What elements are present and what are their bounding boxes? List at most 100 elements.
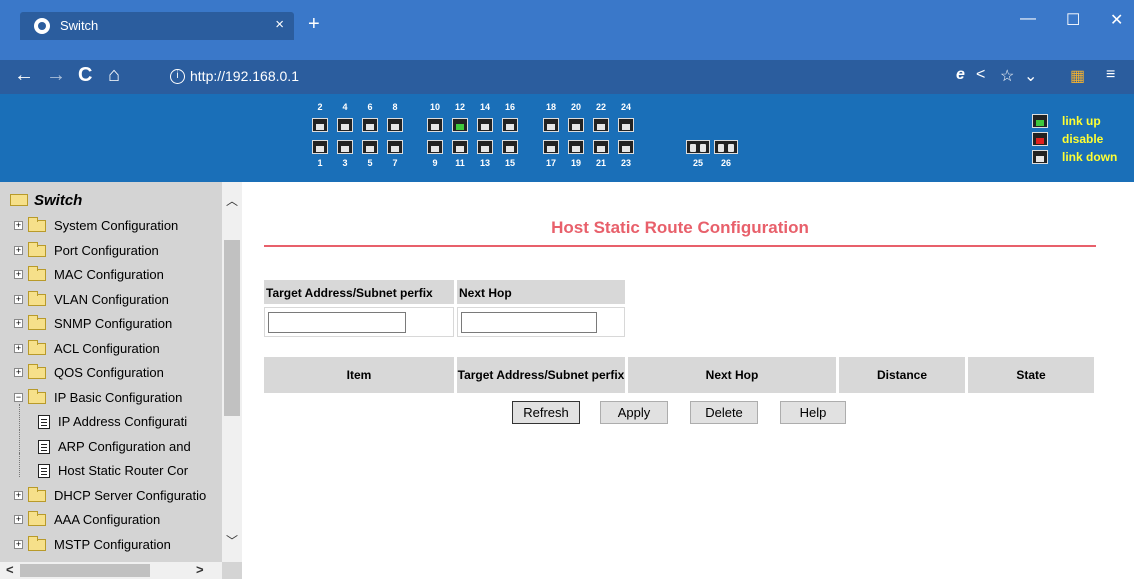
port-23-icon[interactable] bbox=[618, 140, 634, 154]
reload-button[interactable]: C bbox=[78, 65, 92, 85]
tab-title: Switch bbox=[60, 18, 99, 33]
expander-icon[interactable]: + bbox=[14, 368, 23, 377]
chevron-down-icon[interactable]: ⌄ bbox=[1024, 66, 1037, 86]
expander-icon[interactable]: − bbox=[14, 392, 23, 402]
port-22-icon[interactable] bbox=[593, 118, 609, 132]
sidebar-item[interactable]: + Port Configuration bbox=[14, 241, 222, 265]
port-9-icon[interactable] bbox=[427, 140, 443, 154]
expander-icon[interactable]: + bbox=[14, 221, 23, 230]
col-header-distance: Distance bbox=[839, 357, 965, 393]
sidebar-item[interactable]: ARP Configuration and bbox=[14, 428, 222, 461]
next-hop-input[interactable] bbox=[461, 312, 597, 333]
close-window-button[interactable]: ✕ bbox=[1110, 10, 1123, 30]
port-15-icon[interactable] bbox=[502, 140, 518, 154]
fiber-port-26-icon[interactable] bbox=[714, 140, 738, 154]
sidebar-item[interactable]: + ACL Configuration bbox=[14, 339, 222, 363]
sidebar-horizontal-scrollbar[interactable]: < > bbox=[0, 562, 222, 579]
scroll-down-icon[interactable]: ﹀ bbox=[226, 532, 238, 549]
folder-icon bbox=[28, 290, 46, 306]
sidebar-item[interactable]: + QOS Configuration bbox=[14, 363, 222, 387]
help-button[interactable]: Help bbox=[780, 401, 846, 424]
legend-disable-icon bbox=[1032, 132, 1048, 146]
port-19-icon[interactable] bbox=[568, 140, 584, 154]
apply-button[interactable]: Apply bbox=[600, 401, 668, 424]
expander-icon[interactable]: + bbox=[14, 515, 23, 524]
back-button[interactable]: ← bbox=[14, 65, 34, 85]
target-address-input[interactable] bbox=[268, 312, 406, 333]
port-20-icon[interactable] bbox=[568, 118, 584, 132]
port-10-icon[interactable] bbox=[427, 118, 443, 132]
folder-icon bbox=[28, 486, 46, 502]
scroll-thumb[interactable] bbox=[224, 240, 240, 416]
tab-close-button[interactable]: × bbox=[275, 16, 284, 33]
sidebar-item[interactable]: + SNMP Configuration bbox=[14, 314, 222, 338]
apps-icon[interactable]: ▦ bbox=[1070, 66, 1085, 86]
scroll-up-icon[interactable]: ︿ bbox=[226, 192, 238, 209]
port-13-icon[interactable] bbox=[477, 140, 493, 154]
expander-icon[interactable]: + bbox=[14, 294, 23, 304]
port-number-26: 26 bbox=[720, 158, 731, 168]
port-1-icon[interactable] bbox=[312, 140, 328, 154]
address-bar[interactable]: i http://192.168.0.1 bbox=[162, 64, 722, 90]
port-16-icon[interactable] bbox=[502, 118, 518, 132]
port-11-icon[interactable] bbox=[452, 140, 468, 154]
port-21-icon[interactable] bbox=[593, 140, 609, 154]
sidebar-item[interactable]: − IP Basic Configuration bbox=[14, 388, 222, 412]
port-24-icon[interactable] bbox=[618, 118, 634, 132]
port-5-icon[interactable] bbox=[362, 140, 378, 154]
expander-icon[interactable]: + bbox=[14, 319, 23, 328]
port-number-19: 19 bbox=[570, 158, 581, 168]
sidebar-item[interactable]: + MAC Configuration bbox=[14, 265, 222, 289]
delete-button[interactable]: Delete bbox=[690, 401, 758, 424]
port-number-23: 23 bbox=[620, 158, 631, 168]
sidebar-item-label: DHCP Server Configuratio bbox=[54, 487, 207, 503]
sidebar-item[interactable]: + DHCP Server Configuratio bbox=[14, 486, 222, 510]
expander-icon[interactable]: + bbox=[14, 490, 23, 500]
port-14-icon[interactable] bbox=[477, 118, 493, 132]
sidebar-item-label: SNMP Configuration bbox=[54, 316, 173, 331]
ie-mode-icon[interactable]: e bbox=[956, 66, 965, 84]
star-icon[interactable]: ☆ bbox=[1000, 66, 1014, 86]
port-7-icon[interactable] bbox=[387, 140, 403, 154]
forward-button[interactable]: → bbox=[46, 65, 66, 85]
sidebar-item[interactable]: Host Static Router Cor bbox=[14, 453, 222, 485]
target-address-cell bbox=[264, 307, 454, 337]
scroll-left-icon[interactable]: < bbox=[6, 562, 14, 577]
expander-icon[interactable]: + bbox=[14, 539, 23, 549]
port-number-2: 2 bbox=[317, 102, 323, 112]
port-17-icon[interactable] bbox=[543, 140, 559, 154]
folder-icon bbox=[28, 364, 46, 379]
port-number-25: 25 bbox=[692, 158, 703, 168]
maximize-button[interactable]: ☐ bbox=[1066, 10, 1080, 30]
legend-link-down: link down bbox=[1062, 150, 1118, 164]
port-3-icon[interactable] bbox=[337, 140, 353, 154]
sidebar-item[interactable]: + VLAN Configuration bbox=[14, 290, 222, 314]
tree-root[interactable]: Switch bbox=[10, 192, 82, 209]
share-icon[interactable]: < bbox=[976, 66, 985, 84]
sidebar-item[interactable]: + System Configuration bbox=[14, 216, 222, 240]
refresh-button[interactable]: Refresh bbox=[512, 401, 580, 424]
site-info-icon[interactable]: i bbox=[170, 69, 185, 84]
port-8-icon[interactable] bbox=[387, 118, 403, 132]
browser-tab[interactable]: Switch × bbox=[20, 12, 294, 40]
sidebar-item[interactable]: IP Address Configurati bbox=[14, 404, 222, 436]
fiber-port-25-icon[interactable] bbox=[686, 140, 710, 154]
port-12-icon[interactable] bbox=[452, 118, 468, 132]
expander-icon[interactable]: + bbox=[14, 270, 23, 279]
expander-icon[interactable]: + bbox=[14, 343, 23, 353]
sidebar-vertical-scrollbar[interactable]: ︿ ﹀ bbox=[222, 182, 242, 562]
minimize-button[interactable]: — bbox=[1020, 10, 1036, 28]
new-tab-button[interactable]: + bbox=[308, 14, 320, 34]
port-4-icon[interactable] bbox=[337, 118, 353, 132]
port-18-icon[interactable] bbox=[543, 118, 559, 132]
sidebar-item[interactable]: + MSTP Configuration bbox=[14, 535, 222, 559]
scroll-right-icon[interactable]: > bbox=[196, 562, 204, 577]
expander-icon[interactable]: + bbox=[14, 245, 23, 255]
port-6-icon[interactable] bbox=[362, 118, 378, 132]
sidebar-item[interactable]: + AAA Configuration bbox=[14, 510, 222, 534]
port-2-icon[interactable] bbox=[312, 118, 328, 132]
switch-port-panel: 2 4 6 8 10 12 14 16 18 20 22 24 1 3 5 7 9 11 13 15 17 19 21 23 2… bbox=[0, 94, 1134, 182]
menu-icon[interactable]: ≡ bbox=[1106, 66, 1115, 84]
home-button[interactable]: ⌂ bbox=[108, 65, 120, 85]
hscroll-thumb[interactable] bbox=[20, 564, 150, 577]
